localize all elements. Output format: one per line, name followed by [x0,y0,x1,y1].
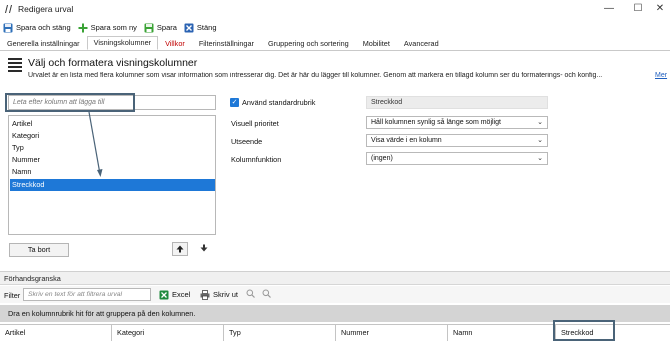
search-highlight-box [5,93,135,112]
appearance-value: Visa värde i en kolumn [371,137,442,144]
section-title: Välj och formatera visningskolumner [28,57,198,69]
visual-priority-select[interactable]: Håll kolumnen synlig så länge som möjlig… [366,116,548,129]
excel-icon [159,290,169,299]
column-list[interactable]: Artikel Kategori Typ Nummer Namn Streckk… [8,115,216,235]
plus-icon [78,23,88,32]
chevron-down-icon: ⌄ [537,137,543,144]
excel-label: Excel [172,290,191,299]
visual-priority-value: Håll kolumnen synlig så länge som möjlig… [371,119,501,126]
title-bar: Redigera urval — ☐ ✕ [0,0,670,17]
column-header[interactable]: Typ [224,325,336,341]
filter-label: Filter [4,291,21,300]
toolbar: Spara och stäng Spara som ny Spara Stäng [0,19,670,36]
list-item[interactable]: Kategori [10,130,215,142]
save-as-new-label: Spara som ny [90,23,137,32]
list-item[interactable]: Typ [10,142,215,154]
tab-mobility[interactable]: Mobilitet [356,37,397,50]
save-button[interactable]: Spara [141,20,180,35]
appearance-label: Utseende [231,137,263,146]
chevron-down-icon: ⌄ [537,155,543,162]
more-link[interactable]: Mer [655,72,667,79]
tab-grouping-sorting[interactable]: Gruppering och sortering [261,37,356,50]
column-header[interactable]: Kategori [112,325,224,341]
print-button[interactable]: Skriv ut [197,287,241,302]
zoom-in-icon[interactable] [246,289,255,298]
column-function-value: (ingen) [371,155,393,162]
tab-conditions[interactable]: Villkor [158,37,192,50]
annotation-arrow [88,111,103,177]
column-function-select[interactable]: (ingen) ⌄ [366,152,548,165]
app-icon [4,4,14,14]
save-close-icon [3,23,13,32]
list-item[interactable]: Namn [10,166,215,178]
tab-display-columns[interactable]: Visningskolumner [86,36,159,50]
chevron-down-icon: ⌄ [537,119,543,126]
use-default-header-checkbox[interactable]: ✓ [230,98,239,107]
column-header[interactable]: Artikel [0,325,112,341]
preview-header: Förhandsgranska [0,271,670,285]
visual-priority-label: Visuell prioritet [231,119,279,128]
zoom-out-icon[interactable] [262,289,271,298]
column-highlight-box [553,320,615,341]
column-function-label: Kolumnfunktion [231,155,282,164]
arrow-up-icon [176,245,184,253]
save-close-button[interactable]: Spara och stäng [0,20,74,35]
list-item-selected[interactable]: Streckkod [10,179,215,191]
save-close-label: Spara och stäng [16,23,71,32]
filter-input[interactable]: Skriv en text för att filtrera urval [23,288,151,301]
window-title: Redigera urval [18,3,74,14]
section-description: Urvalet är en lista med flera kolumner s… [28,72,603,79]
column-header[interactable]: Namn [448,325,556,341]
minimize-button[interactable]: — [601,2,617,15]
close-label: Stäng [196,23,217,32]
close-window-button[interactable]: ✕ [652,2,668,15]
column-header[interactable]: Nummer [336,325,448,341]
use-default-header-label: Använd standardrubrik [242,98,316,107]
list-item[interactable]: Nummer [10,154,215,166]
columns-icon [8,58,22,74]
arrow-down-icon [200,244,208,252]
header-text-field[interactable]: Streckkod [366,96,548,109]
move-up-button[interactable] [172,242,188,256]
tab-filter-settings[interactable]: Filterinställningar [192,37,261,50]
save-as-new-button[interactable]: Spara som ny [75,20,140,35]
remove-button[interactable]: Ta bort [9,243,69,257]
close-button[interactable]: Stäng [181,20,220,35]
list-item[interactable]: Artikel [10,118,215,130]
tab-bar: Generella inställningar Visningskolumner… [0,36,670,51]
print-label: Skriv ut [213,290,239,299]
appearance-select[interactable]: Visa värde i en kolumn ⌄ [366,134,548,147]
close-icon [184,23,194,32]
move-down-button[interactable] [196,242,212,256]
tab-general-settings[interactable]: Generella inställningar [0,37,87,50]
excel-button[interactable]: Excel [156,287,193,302]
printer-icon [200,289,210,300]
maximize-button[interactable]: ☐ [630,2,646,15]
save-icon [144,23,154,32]
save-label: Spara [156,23,177,32]
tab-advanced[interactable]: Avancerad [397,37,446,50]
